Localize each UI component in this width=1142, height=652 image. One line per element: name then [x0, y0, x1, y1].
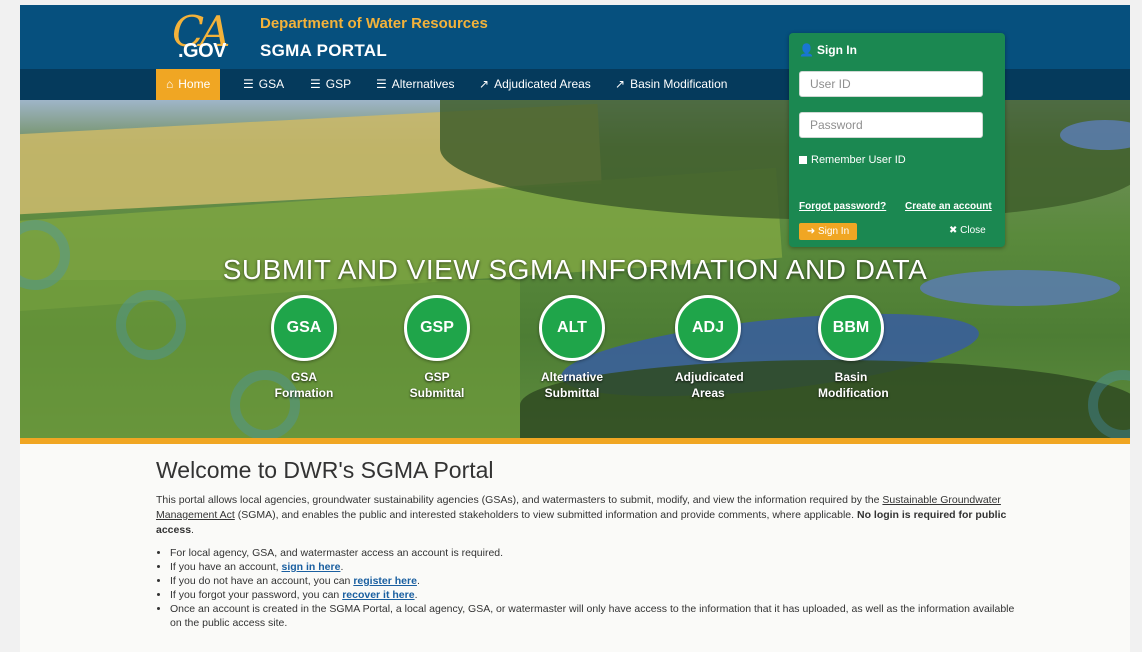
alt-label-line1: Alternative: [540, 370, 604, 384]
user-icon: 👤: [799, 43, 814, 57]
list-item: If you forgot your password, you can rec…: [170, 588, 1016, 602]
remember-user-checkbox[interactable]: Remember User ID: [799, 154, 906, 166]
nav-gsp-label: GSP: [325, 77, 352, 91]
bbm-label-line1: Basin: [834, 370, 868, 384]
nav-adjudicated-label: Adjudicated Areas: [494, 77, 591, 91]
intro-end: .: [191, 524, 194, 536]
department-name: Department of Water Resources: [260, 15, 488, 32]
create-account-link[interactable]: Create an account: [905, 201, 992, 212]
gsa-label-line2: Formation: [274, 386, 334, 400]
hero-title: SUBMIT AND VIEW SGMA INFORMATION AND DAT…: [222, 254, 928, 285]
close-button[interactable]: ✖ Close: [949, 225, 986, 236]
gsa-label-line1: GSA: [290, 370, 317, 384]
list-item-text: If you have an account,: [170, 561, 279, 573]
sign-in-button-label: Sign In: [818, 226, 850, 237]
alt-label: Alternative Submittal: [539, 369, 605, 401]
nav-basin-label: Basin Modification: [630, 77, 728, 91]
sign-in-panel: 👤Sign In Remember User ID Forgot passwor…: [789, 33, 1005, 247]
forgot-password-link[interactable]: Forgot password?: [799, 201, 886, 212]
gsa-formation-button[interactable]: GSA GSA Formation: [271, 295, 337, 401]
external-link-icon: ↗: [479, 77, 490, 91]
user-id-input[interactable]: [799, 71, 983, 97]
list-item: For local agency, GSA, and watermaster a…: [170, 546, 1016, 560]
close-icon: ✖: [949, 225, 958, 236]
nav-gsa[interactable]: ☰ GSA: [243, 69, 284, 100]
list-item-period: .: [414, 589, 418, 601]
remember-label: Remember User ID: [811, 154, 906, 166]
gsp-badge: GSP: [404, 295, 470, 361]
intro-text: This portal allows local agencies, groun…: [156, 494, 880, 506]
sign-in-arrow-icon: ➜: [806, 226, 816, 237]
adj-badge: ADJ: [675, 295, 741, 361]
list-icon: ☰: [243, 77, 254, 91]
page-frame: CA .GOV Department of Water Resources SG…: [20, 5, 1130, 652]
gsp-submittal-button[interactable]: GSP GSP Submittal: [404, 295, 470, 401]
gsp-label-line2: Submittal: [409, 386, 465, 400]
close-label: Close: [960, 225, 986, 236]
recover-password-link[interactable]: recover it here: [342, 589, 414, 601]
list-item-period: .: [416, 575, 420, 587]
page-title: Welcome to DWR's SGMA Portal: [156, 457, 494, 483]
water-drop-icon: [116, 290, 186, 360]
gsp-label: GSP Submittal: [404, 369, 470, 401]
list-item: Once an account is created in the SGMA P…: [170, 602, 1016, 630]
bbm-label: Basin Modification: [818, 369, 889, 401]
intro-paragraph: This portal allows local agencies, groun…: [156, 493, 1016, 538]
nav-home[interactable]: ⌂ Home: [156, 69, 221, 100]
external-link-icon: ↗: [615, 77, 626, 91]
adjudicated-areas-button[interactable]: ADJ Adjudicated Areas: [675, 295, 744, 401]
nav-alternatives-label: Alternatives: [391, 77, 455, 91]
gsp-label-line1: GSP: [424, 370, 450, 384]
adj-label: Adjudicated Areas: [675, 369, 744, 401]
bbm-label-line2: Modification: [818, 386, 889, 400]
alternative-submittal-button[interactable]: ALT Alternative Submittal: [539, 295, 605, 401]
sign-in-heading: 👤 Sign In: [799, 43, 857, 57]
sign-in-here-link[interactable]: sign in here: [282, 561, 341, 573]
home-icon: ⌂: [166, 77, 174, 91]
basin-modification-button[interactable]: BBM Basin Modification: [818, 295, 889, 401]
nav-adjudicated-areas[interactable]: ↗ Adjudicated Areas: [479, 69, 591, 100]
list-item: If you have an account, sign in here.: [170, 560, 1016, 574]
list-item-period: .: [340, 561, 344, 573]
list-item: If you do not have an account, you can r…: [170, 574, 1016, 588]
info-list: For local agency, GSA, and watermaster a…: [156, 546, 1016, 630]
list-icon: ☰: [310, 77, 321, 91]
list-item-text: Once an account is created in the SGMA P…: [170, 603, 1015, 629]
password-input[interactable]: [799, 112, 983, 138]
register-here-link[interactable]: register here: [353, 575, 417, 587]
list-item-text: For local agency, GSA, and watermaster a…: [170, 547, 504, 559]
list-item-text: If you do not have an account, you can: [170, 575, 351, 587]
nav-gsp[interactable]: ☰ GSP: [310, 69, 351, 100]
intro-text: (SGMA), and enables the public and inter…: [237, 509, 855, 521]
sign-in-title-text: Sign In: [816, 43, 857, 57]
ca-gov-logo[interactable]: CA .GOV: [166, 7, 258, 67]
list-item-text: If you forgot your password, you can: [170, 589, 340, 601]
checkbox-icon[interactable]: [799, 156, 807, 165]
adj-label-line1: Adjudicated: [675, 370, 744, 384]
list-icon: ☰: [376, 77, 387, 91]
nav-alternatives[interactable]: ☰ Alternatives: [376, 69, 454, 100]
sign-in-button[interactable]: ➜ Sign In: [799, 223, 857, 240]
hero-accent-bar: [20, 438, 1130, 444]
gsa-label: GSA Formation: [271, 369, 337, 401]
adj-label-line2: Areas: [691, 386, 725, 400]
gsa-badge: GSA: [271, 295, 337, 361]
bbm-badge: BBM: [818, 295, 884, 361]
alt-label-line2: Submittal: [544, 386, 600, 400]
logo-gov-text: .GOV: [178, 40, 227, 62]
portal-title: SGMA PORTAL: [260, 41, 388, 60]
nav-gsa-label: GSA: [258, 77, 285, 91]
nav-basin-modification[interactable]: ↗ Basin Modification: [615, 69, 727, 100]
main-content: Welcome to DWR's SGMA Portal This portal…: [156, 457, 1016, 630]
nav-home-label: Home: [178, 77, 211, 91]
alt-badge: ALT: [539, 295, 605, 361]
